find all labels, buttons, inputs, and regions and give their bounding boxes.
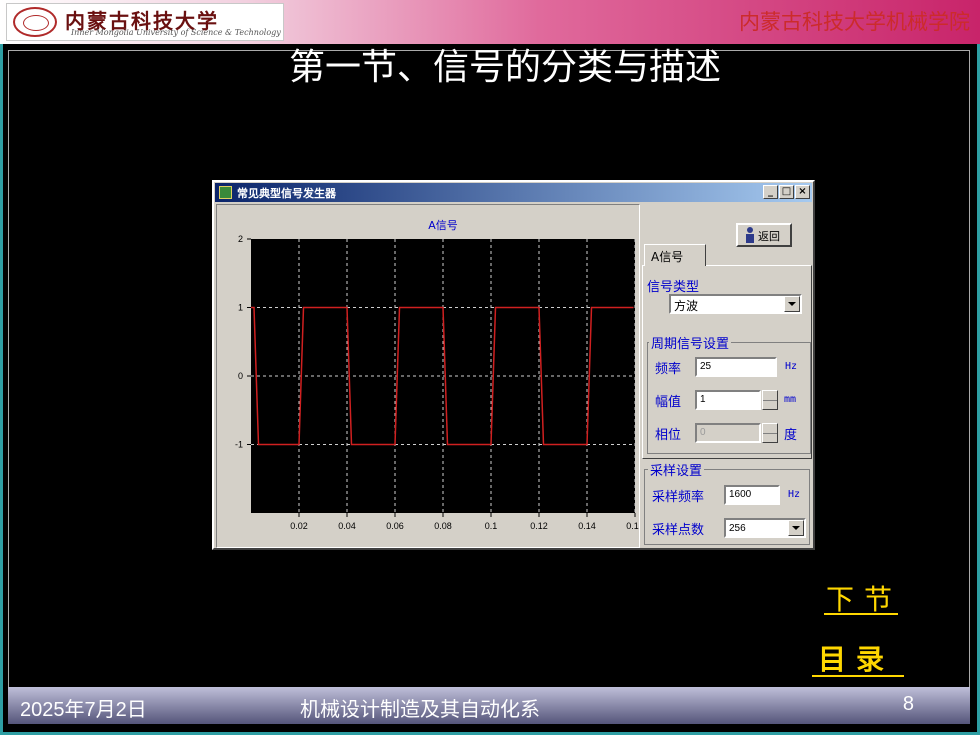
tab-a-signal[interactable]: A信号 [644,244,706,266]
x-tick-label: 0.04 [338,521,356,531]
sample-points-select[interactable]: 256 [724,518,806,538]
frequency-label: 频率 [655,362,682,377]
app-icon [219,186,232,199]
footer-department: 机械设计制造及其自动化系 [300,697,540,721]
page-number: 8 [902,693,914,715]
periodic-settings-title: 周期信号设置 [649,333,732,352]
frequency-unit: Hz [785,361,798,372]
next-link-underline [824,613,898,615]
phase-unit: 度 [784,428,798,443]
frequency-input[interactable]: 25 [695,357,777,377]
close-button[interactable]: × [795,185,810,199]
tab-body: 信号类型 方波 周期信号设置 频率 25 Hz 幅值 1 mm 相位 0 度 [642,265,812,459]
plot-panel: A信号 0.02 0.04 0.06 0.08 0.1 0.12 0.14 0.16 2 1 0 -1 [216,204,644,548]
chevron-down-icon[interactable] [788,520,804,536]
sample-rate-unit: Hz [788,489,801,500]
signal-type-select[interactable]: 方波 [669,294,802,314]
x-tick-label: 0.12 [530,521,548,531]
sample-points-value: 256 [729,523,746,534]
maximize-button[interactable]: □ [779,185,794,199]
return-button-label: 返回 [758,230,780,243]
sample-rate-label: 采样频率 [652,490,705,505]
return-button[interactable]: 返回 [736,223,792,247]
amplitude-stepper[interactable] [762,390,778,410]
sample-rate-input[interactable]: 1600 [724,485,780,505]
y-tick-label: 0 [238,371,243,381]
amplitude-label: 幅值 [655,395,682,410]
signal-chart: A信号 0.02 0.04 0.06 0.08 0.1 0.12 0.14 0.16 2 1 0 -1 [235,219,644,531]
window-title: 常见典型信号发生器 [237,187,336,200]
table-of-contents-link[interactable]: 目录 [818,638,894,678]
x-tick-label: 0.1 [485,521,498,531]
control-panel: 返回 A信号 信号类型 方波 周期信号设置 频率 25 Hz 幅值 1 mm 相… [642,204,812,548]
next-section-link[interactable]: 下节 [826,578,902,618]
minimize-button[interactable]: _ [763,185,778,199]
phase-stepper[interactable] [762,423,778,443]
footer-date: 2025年7月2日 [20,699,147,721]
amplitude-unit: mm [784,394,797,405]
x-tick-label: 0.14 [578,521,596,531]
y-tick-label: 2 [238,234,243,244]
footer-bar: 2025年7月2日 机械设计制造及其自动化系 8 [8,687,970,724]
phase-label: 相位 [655,428,682,443]
amplitude-input[interactable]: 1 [695,390,761,410]
x-tick-label: 0.06 [386,521,404,531]
university-seal-icon [13,7,57,37]
toc-link-underline [812,675,904,677]
signal-type-label: 信号类型 [647,280,700,295]
chevron-down-icon[interactable] [784,296,800,312]
window-titlebar[interactable]: 常见典型信号发生器 _ □ × [215,183,812,202]
x-tick-label: 0.16 [626,521,639,531]
university-logo: 内蒙古科技大学 Inner Mongolia University of Sci… [6,3,284,41]
college-name: 内蒙古科技大学机械学院 [739,10,970,34]
return-person-icon [744,227,756,243]
signal-type-value: 方波 [674,299,699,313]
phase-input[interactable]: 0 [695,423,761,443]
x-tick-label: 0.02 [290,521,308,531]
x-tick-label: 0.08 [434,521,452,531]
chart-title: A信号 [428,219,458,232]
sampling-settings-title: 采样设置 [648,460,705,479]
y-tick-label: 1 [238,303,243,313]
slide-title: 第一节、信号的分类与描述 [288,47,721,88]
y-tick-label: -1 [235,440,243,450]
sample-points-label: 采样点数 [652,523,705,538]
signal-generator-window: 常见典型信号发生器 _ □ × A信号 0.02 0.04 0.06 0.08 0.1 0.… [212,180,815,550]
logo-english-name: Inner Mongolia University of Science & T… [71,28,281,37]
